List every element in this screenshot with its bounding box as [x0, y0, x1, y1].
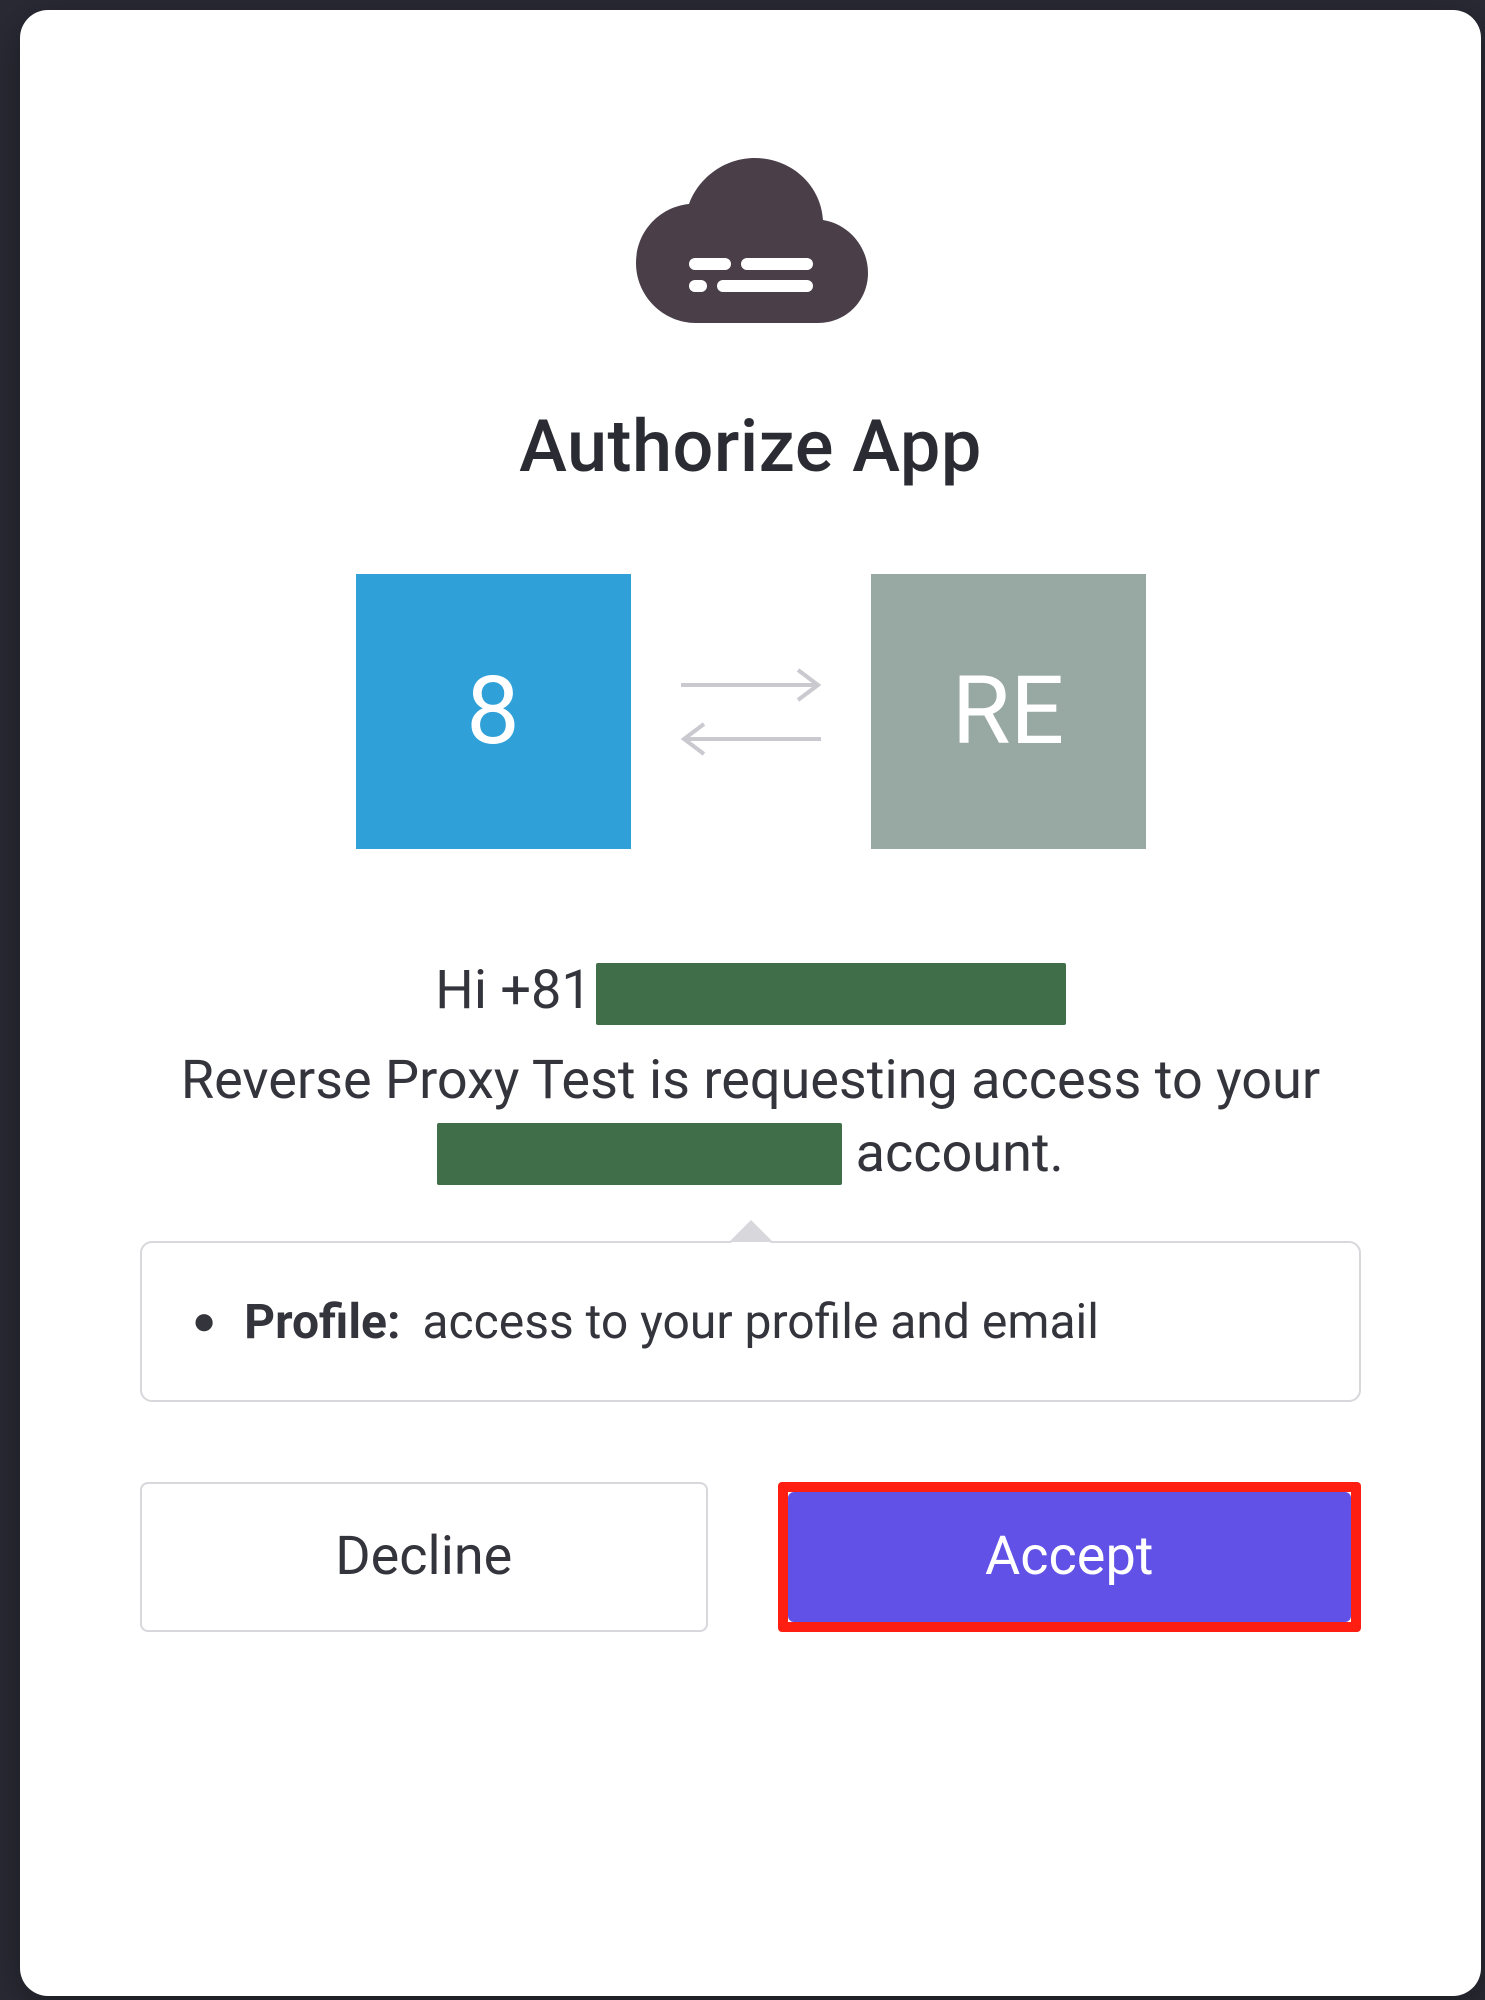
- permission-item: ● Profile: access to your profile and em…: [192, 1293, 1309, 1350]
- source-app-label: 8: [466, 656, 519, 767]
- accept-button-highlight: Accept: [778, 1482, 1362, 1632]
- decline-button[interactable]: Decline: [140, 1482, 708, 1632]
- target-app-label: RE: [952, 656, 1065, 767]
- target-app-tile: RE: [871, 574, 1146, 849]
- authorize-app-dialog: Authorize App 8 RE Hi +81 Reverse Proxy …: [20, 10, 1481, 1996]
- greeting-text: Hi +81: [140, 959, 1361, 1025]
- accept-button-label: Accept: [985, 1525, 1153, 1588]
- request-suffix: account.: [842, 1122, 1064, 1185]
- action-buttons-row: Decline Accept: [140, 1482, 1361, 1632]
- request-prefix: is requesting access to your: [636, 1049, 1321, 1112]
- request-text: Reverse Proxy Test is requesting access …: [140, 1045, 1361, 1191]
- permissions-panel: ● Profile: access to your profile and em…: [140, 1241, 1361, 1402]
- decline-button-label: Decline: [335, 1525, 512, 1588]
- panel-pointer-icon: [731, 1223, 771, 1243]
- bullet-icon: ●: [192, 1301, 216, 1341]
- brand-logo: [140, 140, 1361, 334]
- permissions-list: ● Profile: access to your profile and em…: [140, 1241, 1361, 1402]
- cloud-icon: [623, 315, 878, 334]
- exchange-arrows-icon: [671, 664, 831, 760]
- app-tiles-row: 8 RE: [140, 574, 1361, 849]
- redacted-block: [437, 1123, 842, 1185]
- permission-label: Profile:: [244, 1293, 400, 1350]
- dialog-title: Authorize App: [140, 404, 1361, 489]
- accept-button[interactable]: Accept: [788, 1492, 1352, 1622]
- permission-description: access to your profile and email: [422, 1293, 1099, 1350]
- source-app-tile: 8: [356, 574, 631, 849]
- redacted-block: [596, 963, 1066, 1025]
- greeting-prefix: Hi +81: [435, 959, 591, 1022]
- requesting-app-name: Reverse Proxy Test: [181, 1049, 636, 1112]
